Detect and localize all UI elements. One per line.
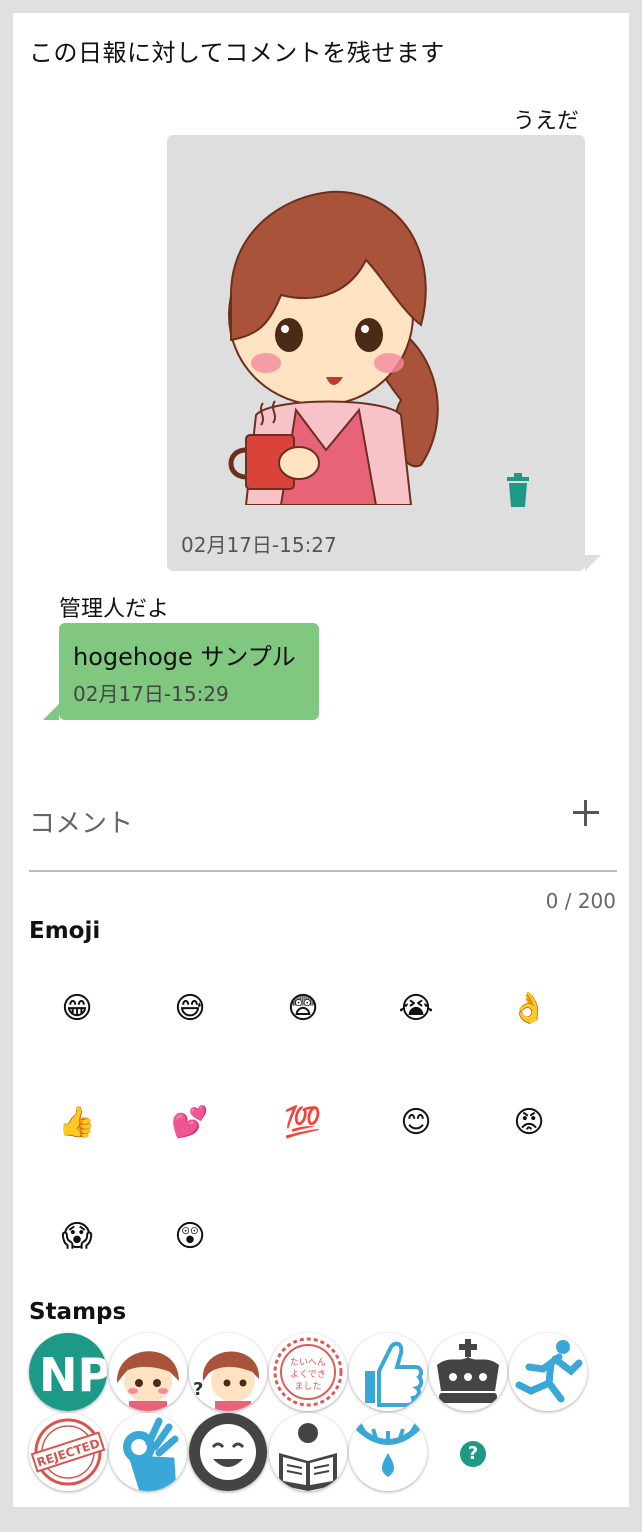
- emoji-astonished[interactable]: 😲: [170, 1217, 210, 1257]
- girl-question-stamp[interactable]: ?: [189, 1333, 267, 1411]
- comment-timestamp: 02月17日-15:29: [73, 682, 229, 706]
- emoji-section-title: Emoji: [29, 918, 101, 944]
- comment-author: 管理人だよ: [59, 597, 170, 622]
- help-icon[interactable]: ?: [460, 1441, 486, 1467]
- emoji-ok-hand[interactable]: 👌: [509, 989, 549, 1029]
- girl-thinking-stamp[interactable]: [109, 1333, 187, 1411]
- girl-holding-coffee-stamp: [228, 190, 439, 505]
- ok-hand-stamp[interactable]: [109, 1413, 187, 1491]
- emoji-hundred[interactable]: 💯: [283, 1103, 323, 1143]
- emoji-blush[interactable]: 😊: [396, 1103, 436, 1143]
- svg-text:よくでき: よくでき: [290, 1369, 326, 1380]
- trash-icon[interactable]: [505, 473, 531, 507]
- comment-bubble: 02月17日-15:27: [167, 135, 601, 571]
- comment-input-row[interactable]: コメント: [29, 798, 617, 872]
- comment-bubble: hogehoge サンプル 02月17日-15:29: [43, 623, 319, 720]
- crying-eye-stamp[interactable]: [349, 1413, 427, 1491]
- emoji-scream[interactable]: 😱: [57, 1217, 97, 1257]
- comment-input[interactable]: コメント: [29, 803, 133, 840]
- crown-stamp[interactable]: [429, 1333, 507, 1411]
- comment-author: うえだ: [513, 109, 580, 134]
- running-man-stamp[interactable]: [509, 1333, 587, 1411]
- emoji-thumbs-up[interactable]: 👍: [57, 1103, 97, 1143]
- svg-text:たいへん: たいへん: [290, 1357, 326, 1368]
- reading-person-stamp[interactable]: [269, 1413, 347, 1491]
- emoji-angry[interactable]: 😡: [509, 1103, 549, 1143]
- emoji-sob[interactable]: 😭: [396, 989, 436, 1029]
- svg-text:NP: NP: [39, 1348, 107, 1402]
- comment-timestamp: 02月17日-15:27: [181, 533, 337, 557]
- smiling-face-stamp[interactable]: [189, 1413, 267, 1491]
- stamps-section-title: Stamps: [29, 1299, 127, 1325]
- taihen-yoku-dekimashita-stamp[interactable]: たいへん よくでき ました: [269, 1333, 347, 1411]
- rejected-stamp[interactable]: REJECTED: [29, 1413, 107, 1491]
- emoji-fearful[interactable]: 😨: [283, 989, 323, 1029]
- thumbs-up-stamp[interactable]: [349, 1333, 427, 1411]
- comment-message: hogehoge サンプル: [73, 643, 296, 671]
- comment-panel: この日報に対してコメントを残せます うえだ 02月17日-15:27 管理人だよ…: [13, 13, 629, 1507]
- character-counter: 0 / 200: [545, 889, 616, 913]
- emoji-grin[interactable]: 😁: [57, 989, 97, 1029]
- emoji-two-hearts[interactable]: 💕: [170, 1103, 210, 1143]
- page-title: この日報に対してコメントを残せます: [29, 39, 445, 67]
- svg-text:ました: ました: [294, 1381, 321, 1392]
- bubble-tail: [43, 704, 59, 720]
- add-comment-icon[interactable]: [571, 798, 601, 828]
- bubble-tail: [585, 555, 601, 571]
- svg-text:?: ?: [193, 1379, 203, 1400]
- emoji-sweat-smile[interactable]: 😅: [170, 989, 210, 1029]
- np-logo-stamp[interactable]: NP: [29, 1333, 107, 1411]
